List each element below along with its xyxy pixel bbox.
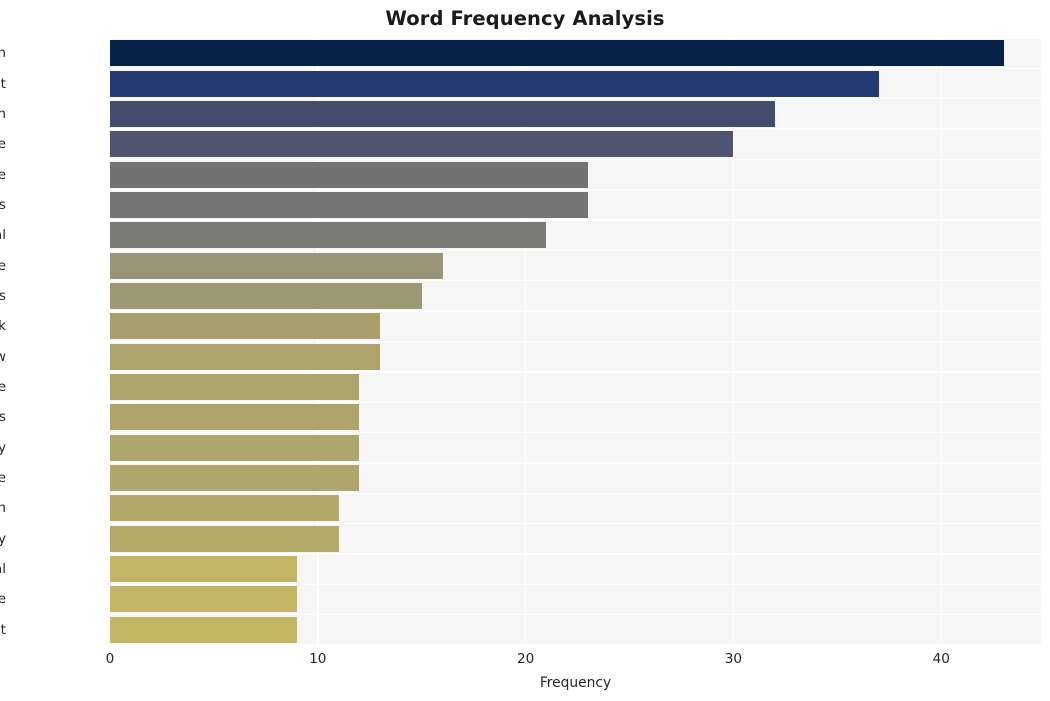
- horizontal-gridline: [110, 462, 1041, 464]
- bar[interactable]: [110, 161, 588, 188]
- bar[interactable]: [110, 222, 547, 249]
- y-axis-tick-label: apply: [0, 439, 6, 456]
- y-axis-tick-label: systems: [0, 287, 6, 304]
- y-axis-tick-label: framework: [0, 318, 6, 335]
- y-axis-tick-label: convention: [0, 45, 6, 62]
- horizontal-gridline: [110, 249, 1041, 252]
- bar[interactable]: [110, 465, 360, 492]
- x-axis-tick-label: 40: [932, 651, 950, 667]
- bar[interactable]: [110, 434, 360, 461]
- bar[interactable]: [110, 252, 443, 279]
- horizontal-gridline: [110, 98, 1041, 100]
- vertical-gridline: [732, 38, 735, 645]
- bar[interactable]: [110, 282, 422, 309]
- bar[interactable]: [110, 404, 360, 431]
- horizontal-gridline: [110, 553, 1041, 555]
- y-axis-tick-label: protection: [0, 500, 6, 517]
- x-axis-label: Frequency: [539, 675, 612, 691]
- vertical-gridline: [110, 38, 111, 645]
- y-axis-tick-label: law: [0, 348, 6, 365]
- y-axis-tick-label: human: [0, 105, 6, 122]
- horizontal-gridline: [110, 67, 1041, 70]
- bar[interactable]: [110, 525, 339, 552]
- bar[interactable]: [110, 586, 298, 613]
- y-axis-tick-label: activities: [0, 196, 6, 213]
- y-axis-tick-label: security: [0, 530, 6, 547]
- plot-area: [110, 38, 1041, 645]
- horizontal-gridline: [110, 340, 1041, 343]
- page-title: Word Frequency Analysis: [385, 7, 665, 30]
- y-axis-tick-label: private: [0, 257, 6, 274]
- x-axis-tick-label: 0: [105, 651, 115, 667]
- horizontal-gridline: [110, 492, 1041, 494]
- y-axis-tick-label: state: [0, 166, 6, 183]
- y-axis-tick-label: article: [0, 136, 6, 153]
- y-axis-tick-label: intelligence: [0, 591, 6, 608]
- y-axis-tick-label: actors: [0, 409, 6, 426]
- chart-figure: Word Frequency Analysis convention right h…: [0, 0, 1050, 701]
- horizontal-gridline: [110, 128, 1041, 130]
- y-axis-tick-label: development: [0, 621, 6, 638]
- horizontal-gridline: [110, 189, 1041, 191]
- horizontal-gridline: [110, 280, 1041, 282]
- bar[interactable]: [110, 70, 879, 97]
- horizontal-gridline: [110, 219, 1041, 221]
- bar[interactable]: [110, 556, 298, 583]
- x-axis-tick-label: 10: [309, 651, 327, 667]
- horizontal-gridline: [110, 613, 1041, 616]
- bar[interactable]: [110, 40, 1004, 67]
- y-axis-tick-label: national: [0, 227, 6, 244]
- bar[interactable]: [110, 374, 360, 401]
- x-axis-tick-label: 20: [516, 651, 535, 667]
- bar[interactable]: [110, 343, 381, 370]
- bar[interactable]: [110, 495, 339, 522]
- bar[interactable]: [110, 131, 734, 158]
- y-axis-tick-label: defence: [0, 470, 6, 487]
- horizontal-gridline: [110, 522, 1041, 525]
- y-axis-tick-label: artificial: [0, 561, 6, 578]
- bar[interactable]: [110, 191, 588, 218]
- y-axis-tick-label: rule: [0, 379, 6, 396]
- horizontal-gridline: [110, 371, 1041, 373]
- vertical-gridline: [317, 38, 319, 645]
- horizontal-gridline: [110, 310, 1041, 312]
- horizontal-gridline: [110, 158, 1041, 161]
- horizontal-gridline: [110, 644, 1041, 645]
- x-axis-tick-label: 30: [724, 651, 743, 667]
- bar[interactable]: [110, 616, 298, 643]
- y-axis-tick-label: right: [0, 75, 6, 92]
- vertical-gridline: [524, 38, 527, 645]
- bar[interactable]: [110, 100, 775, 127]
- horizontal-gridline: [110, 431, 1041, 434]
- horizontal-gridline: [110, 38, 1041, 39]
- vertical-gridline: [940, 38, 942, 645]
- horizontal-gridline: [110, 583, 1041, 585]
- bar[interactable]: [110, 313, 381, 340]
- horizontal-gridline: [110, 401, 1041, 403]
